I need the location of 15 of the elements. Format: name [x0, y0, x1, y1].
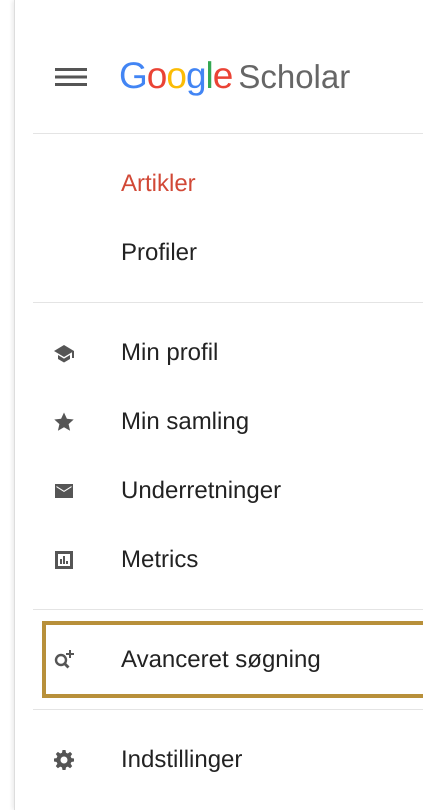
google-logo[interactable]: Google: [119, 56, 232, 94]
menu-item[interactable]: Indstillinger: [33, 725, 423, 794]
menu-item[interactable]: Profiler: [33, 218, 423, 287]
menu-item[interactable]: Metrics: [33, 525, 423, 594]
star-icon: [53, 410, 75, 432]
menu-item[interactable]: Avanceret søgning: [46, 625, 423, 694]
menu-item[interactable]: Min samling: [33, 387, 423, 456]
bar-chart-icon: [53, 548, 75, 570]
menu-item[interactable]: Min profil: [33, 318, 423, 387]
menu-item[interactable]: Artikler: [33, 149, 423, 218]
menu-icon[interactable]: [55, 66, 87, 86]
gear-icon: [53, 748, 75, 770]
menu-item[interactable]: Underretninger: [33, 456, 423, 525]
product-name: Scholar: [238, 56, 350, 97]
search-plus-icon: [53, 648, 75, 670]
